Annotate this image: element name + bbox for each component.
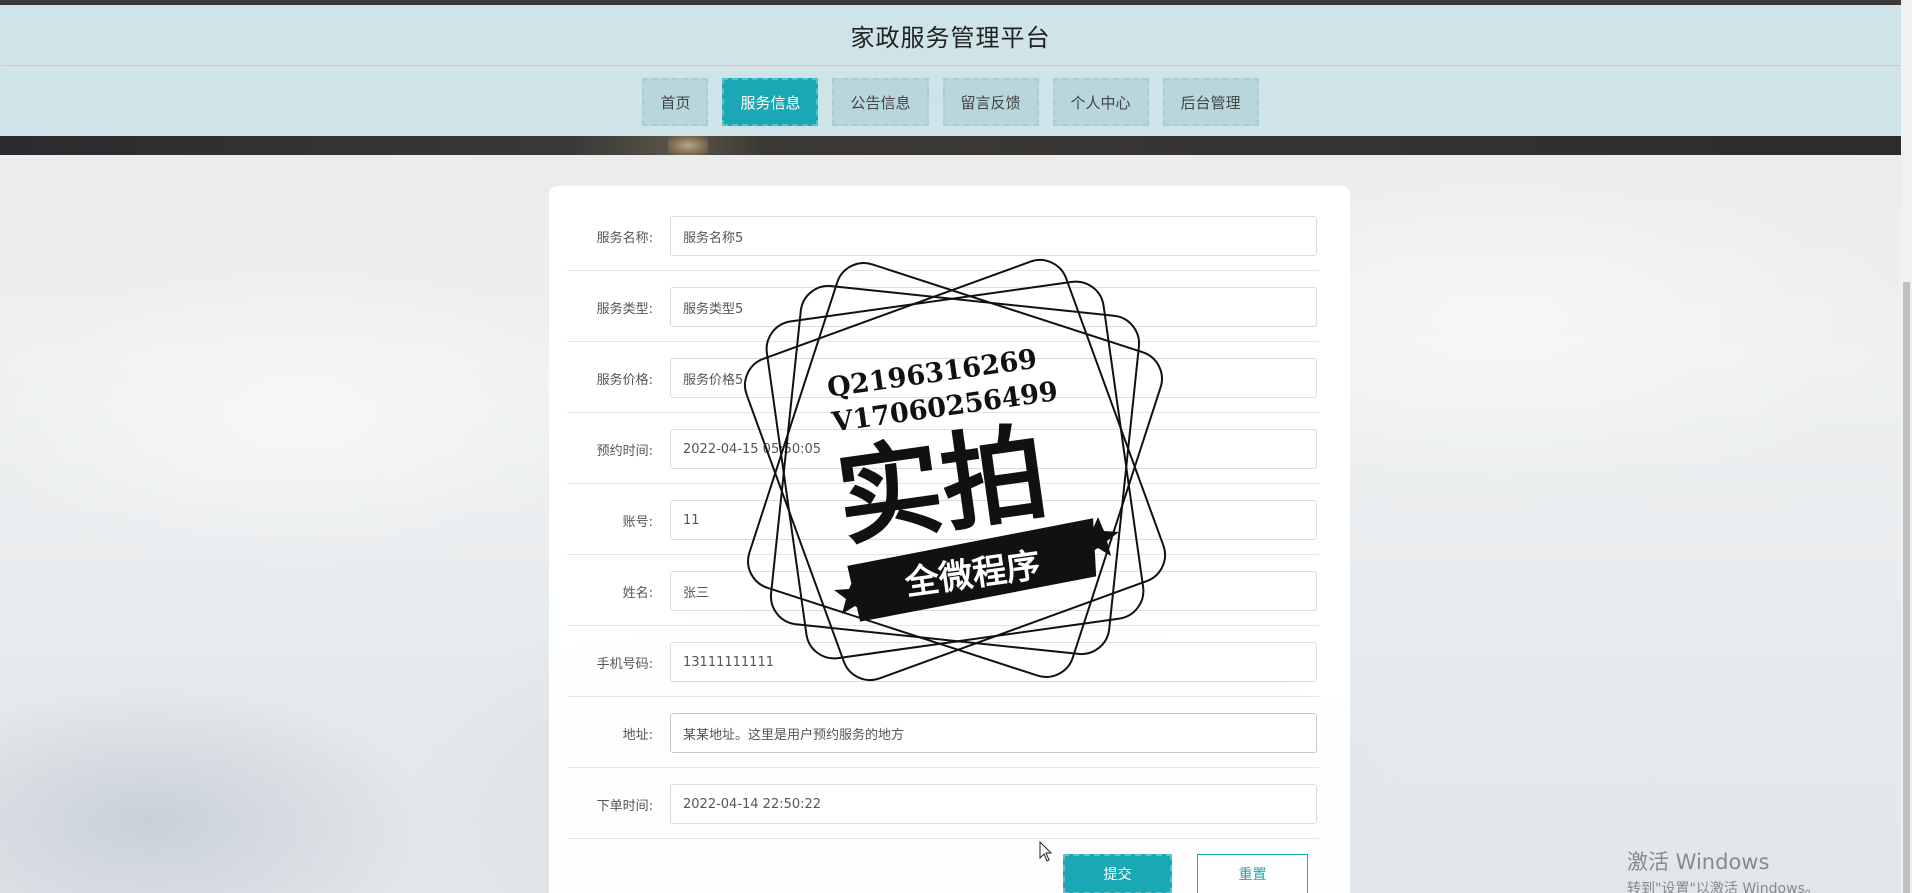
reset-button[interactable]: 重置 <box>1197 854 1308 893</box>
form-row-address: 地址: <box>567 698 1319 768</box>
nav-item-home[interactable]: 首页 <box>642 78 709 126</box>
account-label: 账号: <box>622 514 653 530</box>
service-type-label: 服务类型: <box>596 301 653 317</box>
watermark-stamp: Q2196316269 V17060256499 实拍 全微程序 <box>743 258 1167 682</box>
page-scrollbar[interactable] <box>1901 0 1912 893</box>
form-row-order-time: 下单时间: <box>567 769 1319 839</box>
service-price-label: 服务价格: <box>596 372 653 388</box>
address-input[interactable] <box>670 713 1317 753</box>
nav-item-personal-center[interactable]: 个人中心 <box>1052 78 1149 126</box>
windows-activation-title: 激活 Windows <box>1627 850 1770 874</box>
scrollbar-thumb[interactable] <box>1903 282 1910 893</box>
banner-rock-detail <box>668 136 708 155</box>
nav-item-announcements[interactable]: 公告信息 <box>832 78 929 126</box>
banner-image-strip <box>0 136 1901 155</box>
windows-activation-subtitle: 转到"设置"以激活 Windows。 <box>1627 881 1819 893</box>
nav-item-service-info[interactable]: 服务信息 <box>722 78 819 126</box>
mouse-cursor-icon <box>1039 841 1053 862</box>
main-nav: 首页 服务信息 公告信息 留言反馈 个人中心 后台管理 <box>0 68 1901 136</box>
service-name-label: 服务名称: <box>596 230 653 246</box>
site-title: 家政服务管理平台 <box>850 23 1051 52</box>
order-time-label: 下单时间: <box>596 798 653 814</box>
service-name-input[interactable] <box>670 216 1317 256</box>
order-time-input[interactable] <box>670 784 1317 824</box>
name-label: 姓名: <box>622 585 653 601</box>
site-header: 家政服务管理平台 <box>0 5 1901 65</box>
submit-button[interactable]: 提交 <box>1063 854 1172 893</box>
appointment-time-label: 预约时间: <box>596 443 653 459</box>
nav-item-feedback[interactable]: 留言反馈 <box>942 78 1039 126</box>
address-label: 地址: <box>622 727 653 743</box>
nav-item-admin[interactable]: 后台管理 <box>1162 78 1259 126</box>
phone-label: 手机号码: <box>596 656 653 672</box>
windows-activation-notice: 激活 Windows 转到"设置"以激活 Windows。 <box>1627 846 1897 893</box>
